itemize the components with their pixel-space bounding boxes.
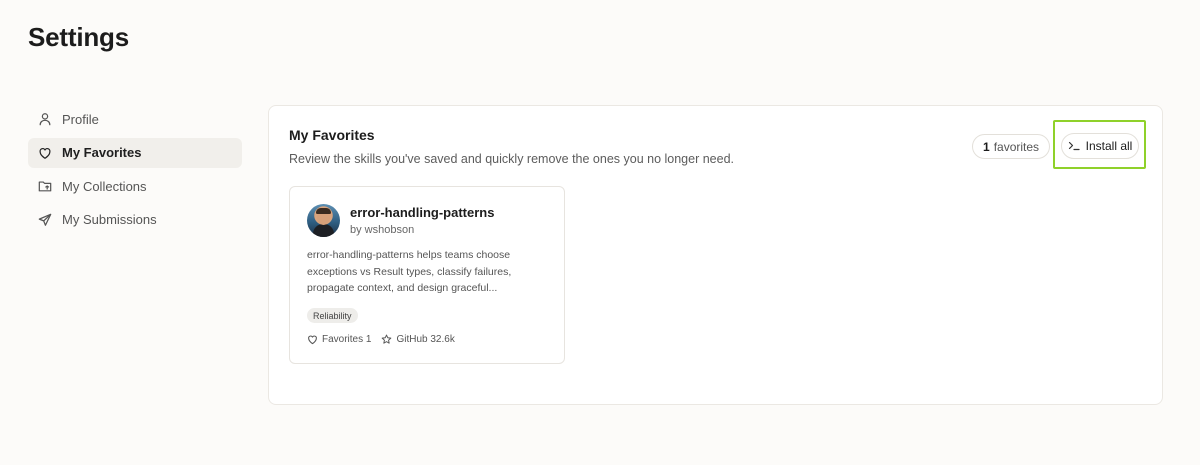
send-icon (38, 213, 52, 226)
skill-meta: Favorites 1 GitHub 32.6k (307, 334, 455, 345)
section-title: My Favorites (289, 127, 375, 143)
favorites-panel: My Favorites Review the skills you've sa… (268, 105, 1163, 405)
skill-name[interactable]: error-handling-patterns (350, 205, 494, 220)
page-title: Settings (28, 22, 129, 52)
favorites-count-label: favorites (993, 139, 1040, 154)
settings-sidebar: Profile My Favorites My Collections My S… (28, 104, 242, 238)
favorites-stat[interactable]: Favorites 1 (307, 334, 371, 345)
sidebar-item-my-submissions[interactable]: My Submissions (28, 205, 242, 235)
heart-icon (308, 335, 317, 345)
install-all-highlight: Install all (1053, 120, 1146, 169)
install-all-label: Install all (1085, 139, 1133, 153)
section-description: Review the skills you've saved and quick… (289, 152, 735, 166)
sidebar-item-my-collections[interactable]: My Collections (28, 171, 242, 201)
skill-card[interactable]: error-handling-patterns by wshobson erro… (289, 186, 565, 364)
terminal-icon (1068, 141, 1080, 151)
sidebar-item-label: My Favorites (62, 145, 142, 160)
sidebar-item-profile[interactable]: Profile (28, 104, 242, 134)
skill-description: error-handling-patterns helps teams choo… (307, 249, 512, 294)
favorites-count-badge: 1 favorites (972, 134, 1051, 159)
favorites-stat-label: Favorites 1 (322, 334, 372, 345)
skill-author: by wshobson (350, 224, 415, 236)
sidebar-item-label: My Submissions (62, 212, 157, 227)
folder-icon (38, 181, 52, 192)
skill-tag: Reliability (307, 308, 358, 323)
favorites-count-number: 1 (983, 139, 990, 154)
star-icon (382, 334, 392, 344)
github-stars-stat: GitHub 32.6k (381, 334, 455, 345)
sidebar-item-label: Profile (62, 111, 99, 127)
github-stars-label: GitHub 32.6k (396, 334, 455, 345)
heart-icon (39, 147, 51, 159)
sidebar-item-label: My Collections (62, 178, 147, 194)
user-icon (39, 113, 51, 126)
install-all-button[interactable]: Install all (1061, 133, 1139, 159)
avatar (307, 204, 340, 237)
sidebar-item-my-favorites[interactable]: My Favorites (28, 137, 242, 168)
